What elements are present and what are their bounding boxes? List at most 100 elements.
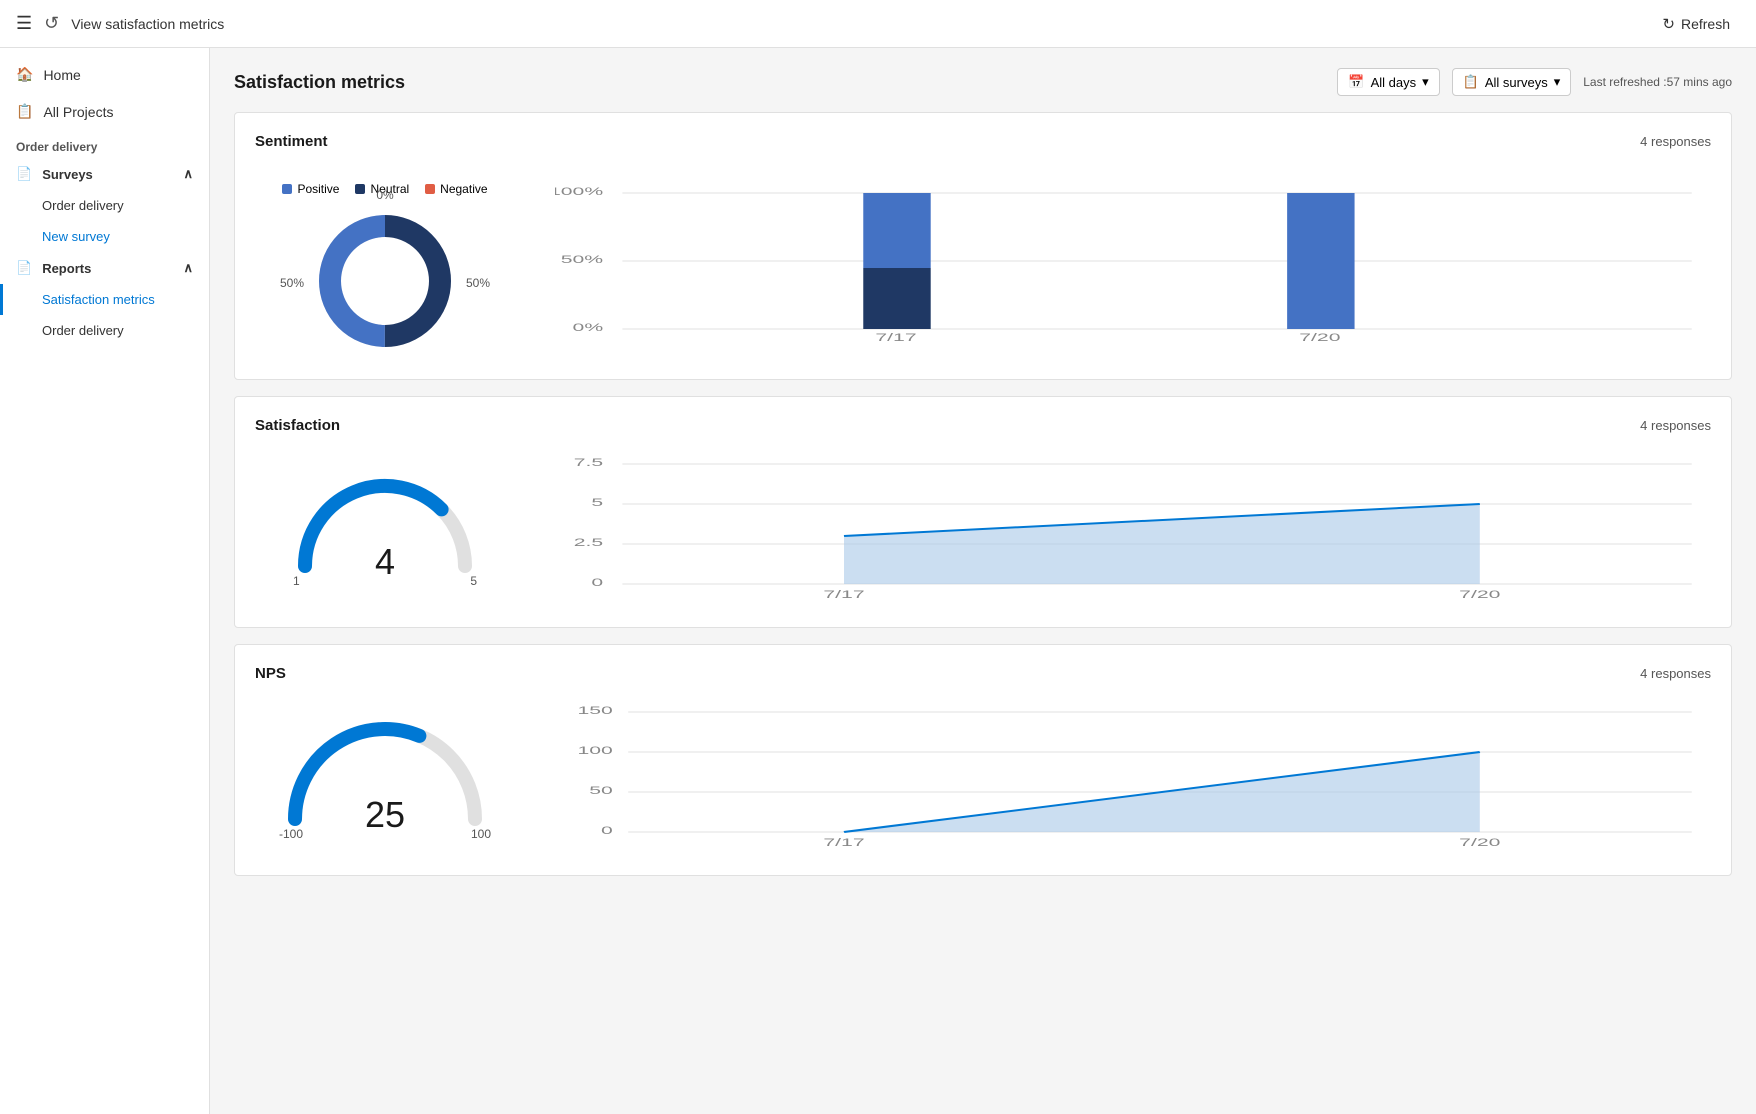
legend-negative: Negative	[425, 182, 487, 196]
donut-wrapper: 0% 50% 50%	[310, 206, 460, 359]
bar-720-positive	[1287, 193, 1354, 329]
sidebar-all-projects-label: All Projects	[43, 104, 113, 120]
svg-text:100: 100	[577, 744, 612, 756]
nps-gauge-svg: 25	[275, 709, 495, 849]
svg-text:7.5: 7.5	[574, 456, 603, 468]
satisfaction-gauge-svg: 4	[285, 466, 485, 596]
sidebar-reports-header[interactable]: 📄 Reports ∧	[0, 252, 209, 284]
sidebar-sub-new-survey[interactable]: New survey	[0, 221, 209, 252]
nps-card-body: 25 -100 100 150 100 50 0	[255, 702, 1711, 855]
reports-icon: 📄	[16, 260, 32, 276]
home-icon: 🏠	[16, 66, 33, 83]
sidebar-sub-reports-order-delivery[interactable]: Order delivery	[0, 315, 209, 346]
sidebar-item-all-projects[interactable]: 📋 All Projects	[0, 93, 209, 130]
legend-negative-dot	[425, 184, 435, 194]
sentiment-card: Sentiment 4 responses Positive Neu	[234, 112, 1732, 380]
donut-label-left: 50%	[280, 276, 304, 290]
surveys-icon: 📄	[16, 166, 32, 182]
nps-720-label: 7/20	[1459, 836, 1500, 848]
sidebar-surveys-header[interactable]: 📄 Surveys ∧	[0, 158, 209, 190]
nps-area-chart: 150 100 50 0	[555, 702, 1711, 855]
satisfaction-area-fill	[844, 504, 1480, 584]
sentiment-bar-chart: 100% 50% 0%	[555, 183, 1711, 346]
svg-text:5: 5	[591, 496, 603, 508]
refresh-icon: ↻	[1662, 15, 1675, 33]
bar-717-neutral	[863, 268, 930, 329]
sidebar-home-label: Home	[43, 67, 80, 83]
header-controls: 📅 All days ▾ 📋 All surveys ▾ Last refres…	[1337, 68, 1732, 96]
svg-text:2.5: 2.5	[574, 536, 603, 548]
donut-label-right: 50%	[466, 276, 490, 290]
svg-text:0%: 0%	[573, 321, 604, 333]
nps-gauge-max: 100	[471, 827, 491, 841]
main-content: Satisfaction metrics 📅 All days ▾ 📋 All …	[210, 48, 1756, 1114]
nps-card-header: NPS 4 responses	[255, 665, 1711, 682]
svg-text:0: 0	[591, 576, 603, 588]
sidebar-sub-satisfaction-metrics[interactable]: Satisfaction metrics	[0, 284, 209, 315]
nps-717-label: 7/17	[823, 836, 864, 848]
sentiment-responses: 4 responses	[1640, 134, 1711, 149]
chevron-down-icon: ▾	[1422, 74, 1429, 90]
satisfaction-card-body: 4 1 5 7.5 5 2.5 0	[255, 454, 1711, 607]
sentiment-card-header: Sentiment 4 responses	[255, 133, 1711, 150]
all-surveys-dropdown[interactable]: 📋 All surveys ▾	[1452, 68, 1572, 96]
satisfaction-gauge-value: 4	[375, 541, 395, 582]
chevron-up-reports-icon: ∧	[183, 260, 193, 276]
all-days-label: All days	[1371, 75, 1417, 90]
survey-icon: 📋	[1463, 74, 1479, 90]
sidebar-section-label: Order delivery	[0, 130, 209, 158]
last-refreshed: Last refreshed :57 mins ago	[1583, 75, 1732, 89]
legend-positive-dot	[282, 184, 292, 194]
svg-text:150: 150	[577, 704, 612, 716]
satisfaction-720-label: 7/20	[1459, 588, 1500, 600]
legend-positive: Positive	[282, 182, 339, 196]
all-surveys-label: All surveys	[1485, 75, 1548, 90]
svg-text:50%: 50%	[561, 253, 603, 265]
bar-720-label: 7/20	[1299, 331, 1340, 343]
satisfaction-title: Satisfaction	[255, 417, 340, 434]
satisfaction-card: Satisfaction 4 responses 4	[234, 396, 1732, 628]
sidebar-item-home[interactable]: 🏠 Home	[0, 56, 209, 93]
sidebar-surveys-label: Surveys	[42, 167, 93, 182]
legend-positive-label: Positive	[297, 182, 339, 196]
satisfaction-gauge-wrapper: 4 1 5	[285, 466, 485, 596]
calendar-icon: 📅	[1348, 74, 1364, 90]
nps-gauge-wrapper: 25 -100 100	[275, 709, 495, 849]
nps-card: NPS 4 responses	[234, 644, 1732, 876]
nps-gauge-min: -100	[279, 827, 303, 841]
nps-responses: 4 responses	[1640, 666, 1711, 681]
satisfaction-gauge-max: 5	[470, 574, 477, 588]
sidebar-sub-new-survey-label: New survey	[42, 229, 110, 244]
satisfaction-responses: 4 responses	[1640, 418, 1711, 433]
main-layout: 🏠 Home 📋 All Projects Order delivery 📄 S…	[0, 48, 1756, 1114]
all-days-dropdown[interactable]: 📅 All days ▾	[1337, 68, 1439, 96]
chevron-down-surveys-icon: ▾	[1554, 74, 1561, 90]
nps-title: NPS	[255, 665, 286, 682]
bar-717-label: 7/17	[875, 331, 916, 343]
satisfaction-card-header: Satisfaction 4 responses	[255, 417, 1711, 434]
page-header: Satisfaction metrics 📅 All days ▾ 📋 All …	[234, 68, 1732, 96]
svg-text:0: 0	[601, 824, 613, 836]
top-bar: ☰ ↺ View satisfaction metrics ↻ Refresh	[0, 0, 1756, 48]
sentiment-title: Sentiment	[255, 133, 328, 150]
sentiment-bar-svg: 100% 50% 0%	[555, 183, 1711, 343]
donut-label-top: 0%	[376, 188, 393, 202]
svg-text:100%: 100%	[555, 185, 603, 197]
sidebar: 🏠 Home 📋 All Projects Order delivery 📄 S…	[0, 48, 210, 1114]
satisfaction-area-svg: 7.5 5 2.5 0	[555, 454, 1711, 604]
refresh-button[interactable]: ↻ Refresh	[1652, 9, 1740, 39]
donut-svg	[310, 206, 460, 356]
top-bar-title: View satisfaction metrics	[71, 16, 224, 32]
hamburger-icon[interactable]: ☰	[16, 13, 32, 34]
nps-gauge-area: 25 -100 100	[255, 709, 515, 849]
sidebar-sub-order-delivery[interactable]: Order delivery	[0, 190, 209, 221]
legend-negative-label: Negative	[440, 182, 487, 196]
sidebar-reports-order-delivery-label: Order delivery	[42, 323, 124, 338]
sentiment-card-body: Positive Neutral Negative	[255, 170, 1711, 359]
page-title: Satisfaction metrics	[234, 72, 405, 93]
svg-text:50: 50	[589, 784, 613, 796]
chevron-up-icon: ∧	[183, 166, 193, 182]
nps-area-svg: 150 100 50 0	[555, 702, 1711, 852]
top-bar-left: ☰ ↺ View satisfaction metrics	[16, 13, 224, 34]
nps-gauge-value: 25	[365, 794, 405, 835]
